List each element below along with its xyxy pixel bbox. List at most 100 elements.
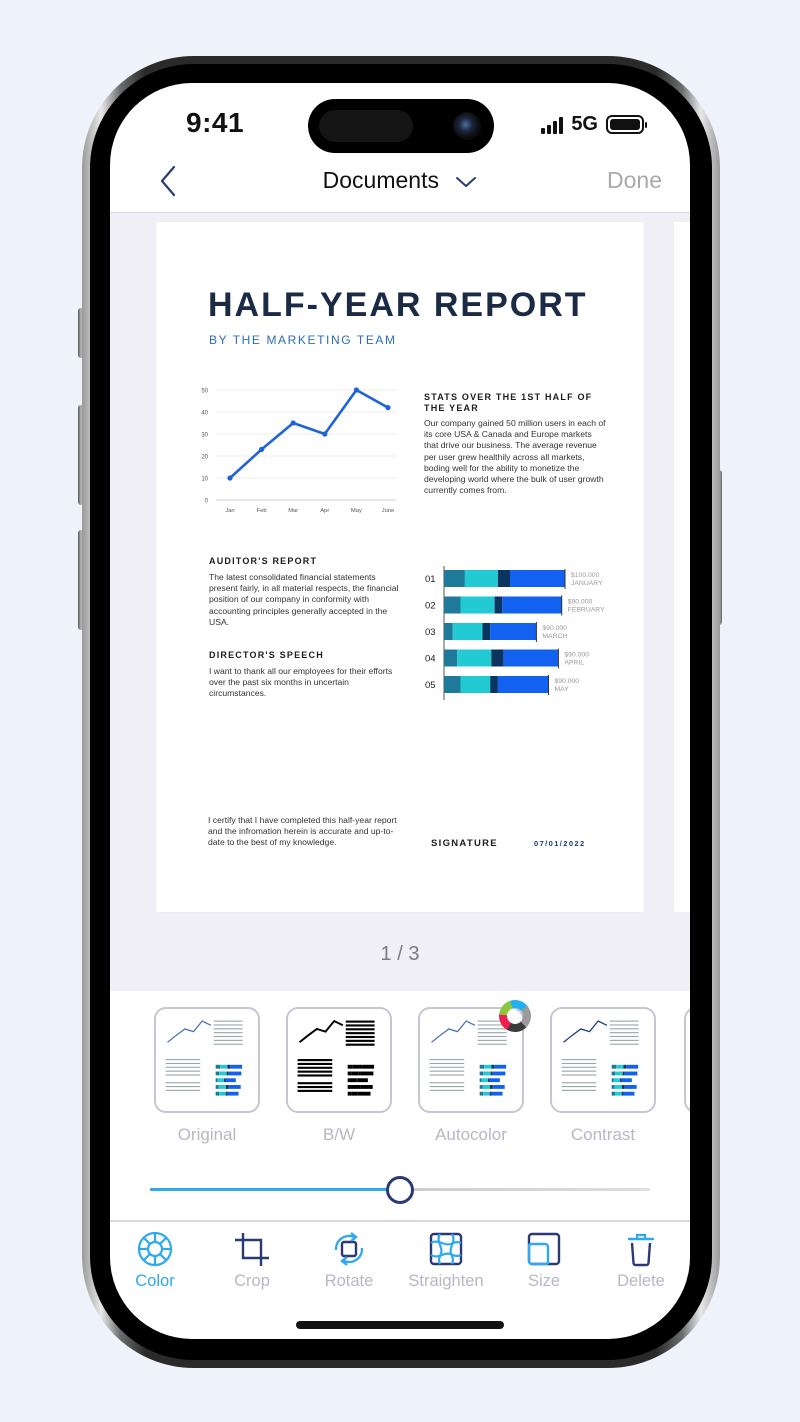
mini-text: [297, 1085, 333, 1089]
mini-bar: [227, 1064, 231, 1069]
mini-text: [609, 1024, 639, 1026]
mini-text: [297, 1062, 333, 1066]
signal-icon: [541, 116, 564, 134]
size-tool-button[interactable]: Size: [496, 1230, 592, 1291]
mini-text: [609, 1039, 639, 1041]
delete-tool-button[interactable]: Delete: [593, 1230, 689, 1291]
color-tool-button[interactable]: Color: [110, 1230, 203, 1291]
slider-thumb[interactable]: [386, 1176, 414, 1204]
mini-bar: [613, 1078, 621, 1083]
data-point: [322, 431, 328, 437]
bar-segment: [502, 596, 562, 614]
value-label: $100.000: [571, 572, 600, 579]
x-tick-label: May: [351, 508, 362, 514]
mini-bar: [360, 1085, 373, 1089]
filter-label: Original: [177, 1125, 237, 1144]
rotate-tool-button[interactable]: Rotate: [301, 1230, 397, 1291]
x-tick-label: Feb: [257, 508, 267, 514]
auditor-body: The latest consolidated financial statem…: [209, 572, 399, 627]
mini-bar: [358, 1085, 361, 1089]
data-point: [385, 405, 391, 411]
mini-bar: [215, 1091, 220, 1096]
mini-bar: [611, 1085, 615, 1089]
mini-text: [213, 1035, 243, 1038]
nav-title-label: Documents: [322, 167, 439, 193]
rotate-icon: [334, 1232, 364, 1266]
y-tick-label: 50: [201, 389, 208, 395]
mini-bar: [491, 1091, 503, 1096]
mini-bar: [347, 1091, 352, 1096]
filter-next-peek[interactable]: [680, 1007, 690, 1113]
mini-bar: [479, 1078, 482, 1083]
mini-text: [297, 1066, 333, 1069]
mini-text: [561, 1062, 597, 1065]
filter-label: Contrast: [570, 1125, 636, 1144]
mini-bar: [623, 1091, 635, 1096]
bar-segment: [491, 649, 504, 667]
mini-text: [165, 1082, 201, 1084]
filter-thumbnail: [286, 1007, 392, 1113]
mini-text: [297, 1074, 333, 1077]
document-page[interactable]: HALF-YEAR REPORT BY THE MARKETING TEAM 0…: [156, 222, 644, 912]
mini-text: [561, 1074, 597, 1076]
x-tick-label: June: [382, 508, 395, 514]
mini-text: [429, 1059, 465, 1061]
filter-contrast[interactable]: Contrast: [546, 1007, 660, 1145]
thumbnail-preview: [297, 1019, 375, 1096]
mini-line: [431, 1020, 476, 1043]
mini-bar: [215, 1071, 220, 1076]
home-indicator[interactable]: [296, 1321, 504, 1329]
mini-bar: [362, 1064, 375, 1069]
mini-text: [213, 1032, 243, 1034]
mini-bar: [215, 1064, 221, 1069]
mini-bar: [215, 1078, 218, 1083]
mini-text: [345, 1028, 375, 1031]
mini-bar: [483, 1091, 490, 1096]
mini-text: [213, 1028, 243, 1030]
mini-bar: [624, 1071, 638, 1076]
mini-bar: [492, 1085, 505, 1089]
signature-label: SIGNATURE: [431, 838, 498, 849]
bar-segment: [490, 623, 537, 640]
mini-bar: [490, 1085, 493, 1089]
mini-bar: [225, 1091, 228, 1096]
mini-text: [165, 1066, 201, 1068]
straighten-tool-button[interactable]: Straighten: [398, 1230, 494, 1291]
value-label: $90.000: [542, 625, 567, 632]
crop-tool-button[interactable]: Crop: [204, 1230, 300, 1291]
mini-text: [297, 1089, 333, 1092]
mini-bar: [230, 1064, 243, 1069]
mini-bar: [225, 1078, 236, 1083]
mini-text: [429, 1066, 465, 1068]
mini-text: [609, 1020, 639, 1022]
filter-original[interactable]: Original: [150, 1007, 264, 1145]
mini-text: [297, 1059, 333, 1062]
trash-icon: [627, 1233, 655, 1267]
director-heading: DIRECTOR'S SPEECH: [209, 650, 324, 660]
mini-text: [165, 1074, 201, 1076]
bar-chart: 01 $100.000JANUARY02 $90.000FEBRUARY03 $90.…: [425, 566, 605, 700]
documents-dropdown[interactable]: Documents: [110, 167, 690, 195]
mini-bar: [359, 1091, 371, 1096]
mini-text: [477, 1043, 507, 1045]
mini-bar: [219, 1091, 226, 1096]
mini-bar: [357, 1078, 368, 1083]
intensity-slider[interactable]: [150, 1175, 650, 1205]
mini-bar: [357, 1091, 360, 1096]
stats-body: Our company gained 50 million users in e…: [424, 418, 606, 496]
category-label: 02: [425, 601, 436, 612]
mini-bar: [494, 1064, 507, 1069]
mini-text: [213, 1039, 243, 1041]
mini-bar: [614, 1085, 623, 1089]
data-point: [227, 475, 233, 481]
status-indicators: 5G: [541, 113, 647, 136]
mini-bar: [620, 1078, 622, 1083]
mini-bar: [622, 1085, 625, 1089]
mini-bar: [349, 1078, 357, 1083]
crop-icon: [235, 1233, 269, 1266]
next-page-peek[interactable]: [674, 222, 690, 912]
data-point: [259, 446, 265, 452]
filter-bw[interactable]: B/W: [282, 1007, 396, 1145]
bar-segment: [444, 649, 458, 667]
done-button[interactable]: Done: [607, 167, 662, 194]
